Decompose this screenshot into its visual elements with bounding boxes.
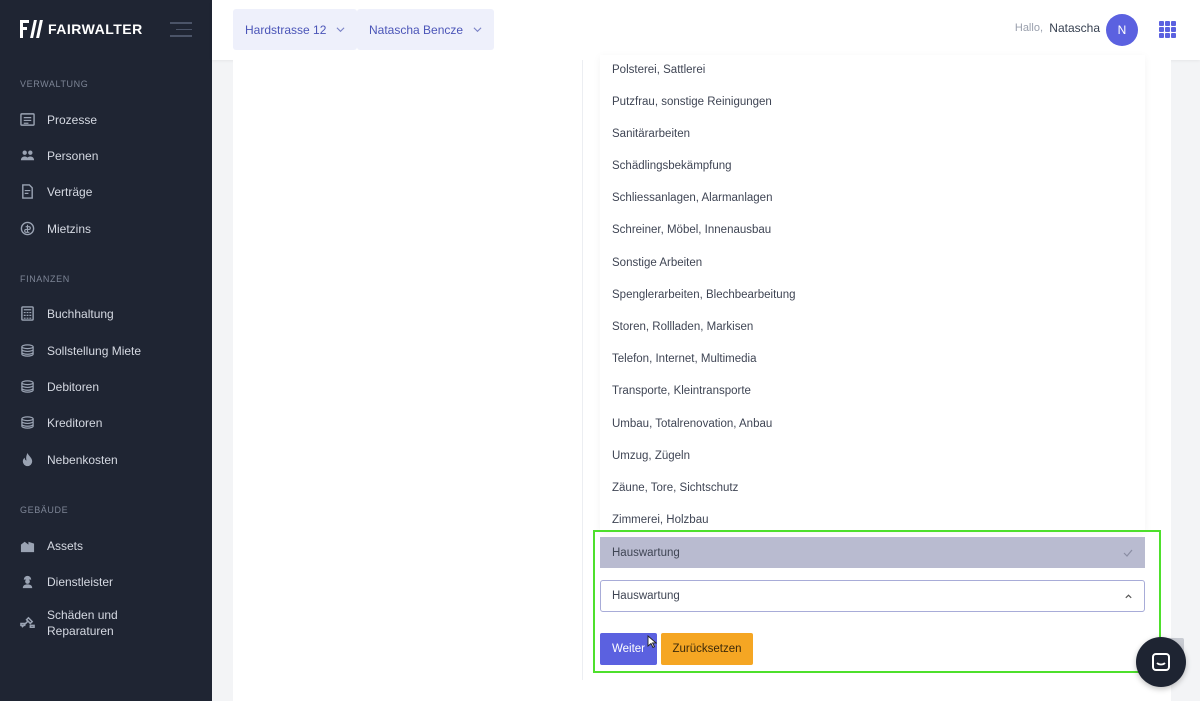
sidebar-item-prozesse[interactable]: Prozesse (20, 112, 200, 128)
people-icon (20, 148, 35, 163)
sidebar-item-label: Debitoren (47, 380, 100, 394)
sidebar-item-label: Nebenkosten (47, 453, 118, 467)
fire-icon (20, 452, 35, 467)
chevron-down-icon (473, 27, 482, 33)
buildings-icon (20, 538, 35, 553)
greeting-text: Hallo, (1014, 22, 1043, 34)
column-divider (582, 60, 583, 680)
section-label-gebaeude: GEBÄUDE (20, 505, 69, 515)
property-selector[interactable]: Hardstrasse 12 (233, 9, 358, 50)
menu-toggle-icon[interactable] (170, 22, 192, 38)
calculator-icon (20, 306, 35, 321)
apps-grid-icon[interactable] (1159, 21, 1176, 38)
sidebar-item-label: Mietzins (47, 222, 92, 236)
chevron-down-icon (336, 27, 345, 33)
tasks-icon (20, 112, 35, 127)
sidebar-item-debitoren[interactable]: Debitoren (20, 379, 200, 395)
avatar[interactable]: N (1106, 14, 1138, 46)
sidebar-item-dienstleister[interactable]: Dienstleister (20, 574, 200, 590)
mouse-cursor-icon (647, 635, 657, 649)
dropdown-option[interactable]: Storen, Rollladen, Markisen (612, 321, 753, 333)
dropdown-option[interactable]: Zäune, Tore, Sichtschutz (612, 482, 738, 494)
dropdown-option[interactable]: Schreiner, Möbel, Innenausbau (612, 224, 771, 236)
user-name: Natascha (1049, 21, 1100, 35)
dropdown-option[interactable]: Zimmerei, Holzbau (612, 514, 709, 526)
help-chat-button[interactable] (1136, 637, 1186, 687)
sidebar-item-label: Schäden und Reparaturen (47, 608, 118, 638)
highlight-frame (593, 530, 1161, 673)
worker-icon (20, 574, 35, 589)
dropdown-option[interactable]: Umzug, Zügeln (612, 450, 690, 462)
sidebar-item-vertraege[interactable]: Verträge (20, 184, 200, 200)
dropdown-option[interactable]: Sonstige Arbeiten (612, 257, 702, 269)
sidebar-item-personen[interactable]: Personen (20, 148, 200, 164)
dropdown-options-list[interactable]: Polsterei, Sattlerei Putzfrau, sonstige … (600, 55, 1145, 531)
dropdown-option[interactable]: Schliessanlagen, Alarmanlagen (612, 192, 772, 204)
sidebar: FAIRWALTER VERWALTUNG Prozesse Personen … (0, 0, 212, 701)
section-label-finanzen: FINANZEN (20, 274, 70, 284)
sidebar-item-label: Kreditoren (47, 416, 103, 430)
sidebar-item-label: Prozesse (47, 113, 98, 127)
brand-name: FAIRWALTER (48, 21, 143, 37)
person-selector-label: Natascha Bencze (369, 22, 464, 37)
sidebar-item-label: Assets (47, 539, 84, 553)
brand-logo[interactable]: FAIRWALTER (20, 20, 143, 38)
logo-icon (20, 20, 43, 38)
sidebar-item-schaeden-reparaturen[interactable]: Schäden und Reparaturen (20, 607, 200, 639)
rent-icon (20, 221, 35, 236)
dropdown-option[interactable]: Polsterei, Sattlerei (612, 64, 705, 76)
dropdown-option[interactable]: Umbau, Totalrenovation, Anbau (612, 418, 772, 430)
dropdown-option[interactable]: Sanitärarbeiten (612, 128, 690, 140)
sidebar-item-mietzins[interactable]: Mietzins (20, 221, 200, 237)
sidebar-item-kreditoren[interactable]: Kreditoren (20, 415, 200, 431)
sidebar-item-sollstellung-miete[interactable]: Sollstellung Miete (20, 343, 200, 359)
dropdown-option[interactable]: Transporte, Kleintransporte (612, 385, 751, 397)
coins-icon (20, 379, 35, 394)
sidebar-item-label: Personen (47, 149, 99, 163)
dropdown-option[interactable]: Telefon, Internet, Multimedia (612, 353, 756, 365)
sidebar-item-label: Dienstleister (47, 575, 114, 589)
tools-icon (20, 615, 35, 630)
chat-icon (1152, 653, 1170, 671)
sidebar-item-label: Buchhaltung (47, 307, 114, 321)
section-label-verwaltung: VERWALTUNG (20, 79, 89, 89)
sidebar-item-nebenkosten[interactable]: Nebenkosten (20, 452, 200, 468)
sidebar-item-label: Sollstellung Miete (47, 344, 142, 358)
coins-icon (20, 415, 35, 430)
dropdown-option[interactable]: Putzfrau, sonstige Reinigungen (612, 96, 772, 108)
dropdown-option[interactable]: Schädlingsbekämpfung (612, 160, 732, 172)
coins-icon (20, 343, 35, 358)
person-selector[interactable]: Natascha Bencze (357, 9, 495, 50)
sidebar-item-assets[interactable]: Assets (20, 538, 200, 554)
dropdown-option[interactable]: Spenglerarbeiten, Blechbearbeitung (612, 289, 796, 301)
sidebar-item-label: Verträge (47, 185, 93, 199)
sidebar-item-buchhaltung[interactable]: Buchhaltung (20, 306, 200, 322)
property-selector-label: Hardstrasse 12 (245, 22, 327, 37)
contract-icon (20, 184, 35, 199)
